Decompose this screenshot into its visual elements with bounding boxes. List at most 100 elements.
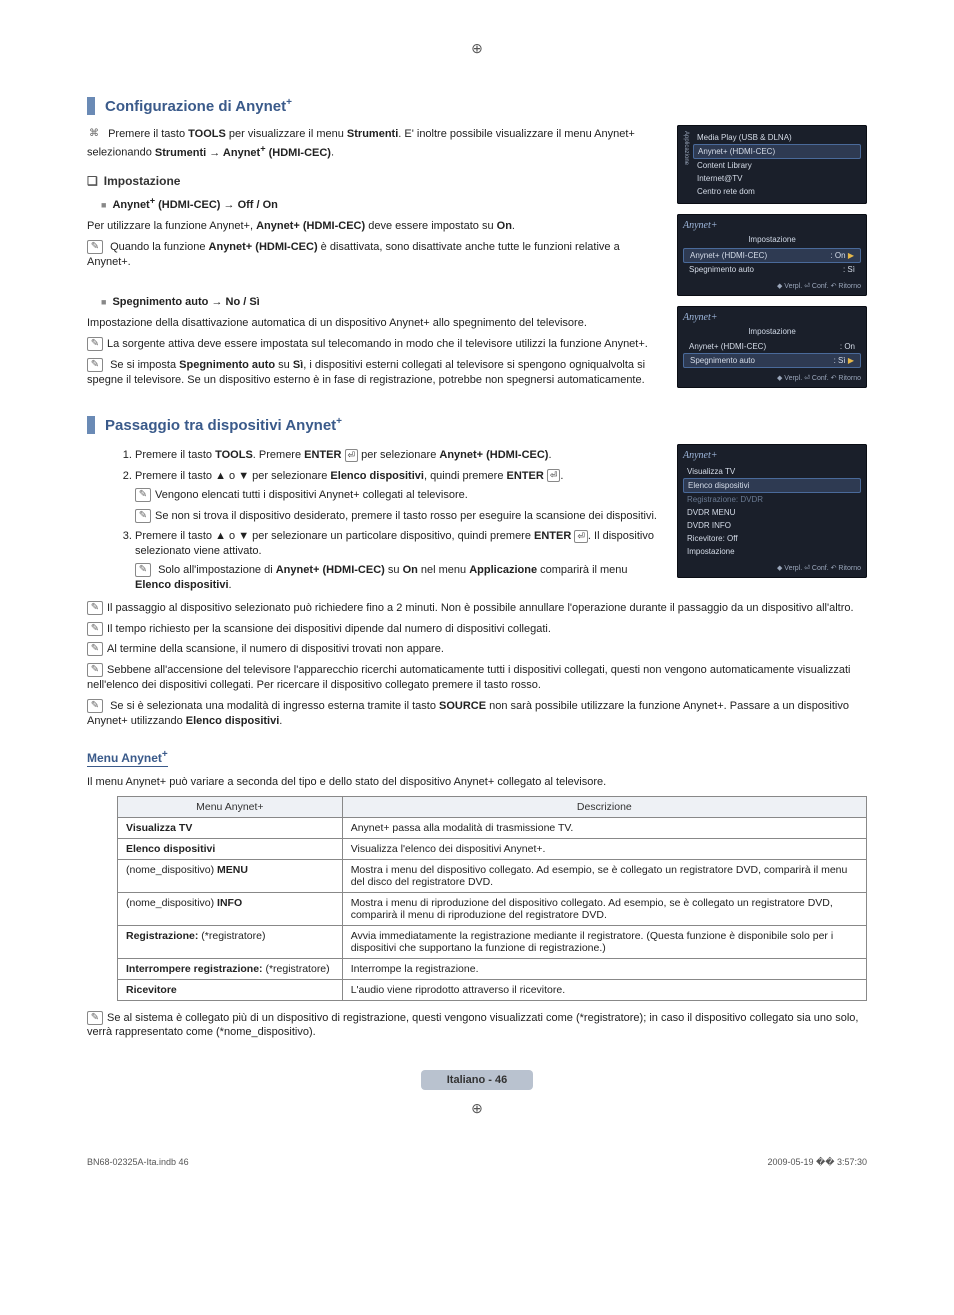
table-row: Interrompere registrazione: (*registrato…: [118, 958, 867, 979]
tools-icon: ⌘: [87, 127, 101, 141]
osd-menu-row: Ricevitore: Off: [683, 532, 861, 545]
osd-menu-row: Internet@TV: [693, 172, 861, 185]
enter-icon: ⏎: [547, 469, 561, 482]
table-cell-menu: (nome_dispositivo) INFO: [118, 892, 343, 925]
note-icon: ✎: [87, 240, 103, 254]
table-cell-menu: Interrompere registrazione: (*registrato…: [118, 958, 343, 979]
osd-menu-row-selected: Elenco dispositivi: [683, 478, 861, 493]
table-header-menu: Menu Anynet+: [118, 796, 343, 817]
table-cell-desc: L'audio viene riprodotto attraverso il r…: [342, 979, 866, 1000]
section-title-config-sup: +: [286, 97, 292, 108]
spegnimento-note1: ✎La sorgente attiva deve essere impostat…: [87, 337, 665, 352]
bottom-note-3: ✎Al termine della scansione, il numero d…: [87, 642, 867, 657]
osd-menu-row: DVDR MENU: [683, 506, 861, 519]
step-3: Premere il tasto ▲ o ▼ per selezionare u…: [135, 529, 665, 592]
table-cell-desc: Mostra i menu del dispositivo collegato.…: [342, 859, 866, 892]
note-icon: ✎: [87, 358, 103, 372]
osd-application-menu: Applicazione Media Play (USB & DLNA) Any…: [677, 125, 867, 204]
osd-brand: Anynet+: [683, 220, 861, 231]
table-cell-menu: Elenco dispositivi: [118, 838, 343, 859]
section-title-config-text: Configurazione di Anynet: [105, 98, 286, 115]
osd-title: Impostazione: [683, 327, 861, 336]
table-cell-menu: Registrazione: (*registratore): [118, 925, 343, 958]
osd-row-selected: Spegnimento auto: Sì ▶: [683, 353, 861, 368]
bottom-note-5: ✎ Se si è selezionata una modalità di in…: [87, 699, 867, 729]
arrow-right-icon: ▶: [848, 356, 854, 365]
osd-footer: ◆ Verpl. ⏎ Conf. ↶ Ritorno: [683, 564, 861, 572]
square-bullet-icon: [101, 199, 112, 211]
table-row: Registrazione: (*registratore)Avvia imme…: [118, 925, 867, 958]
page-footer: Italiano - 46: [87, 1070, 867, 1090]
osd-device-list: Anynet+ Visualizza TV Elenco dispositivi…: [677, 444, 867, 578]
osd-title: Impostazione: [683, 235, 861, 244]
table-row: Visualizza TVAnynet+ passa alla modalità…: [118, 817, 867, 838]
menu-anynet-final-note: ✎Se al sistema è collegato più di un dis…: [87, 1011, 867, 1041]
osd-brand: Anynet+: [683, 312, 861, 323]
bottom-note-4: ✎Sebbene all'accensione del televisore l…: [87, 663, 867, 693]
osd-footer: ◆ Verpl. ⏎ Conf. ↶ Ritorno: [683, 374, 861, 382]
table-cell-menu: Visualizza TV: [118, 817, 343, 838]
menu-anynet-table: Menu Anynet+ Descrizione Visualizza TVAn…: [117, 796, 867, 1001]
note-icon: ✎: [87, 663, 103, 677]
anynet-cec-note: ✎ Quando la funzione Anynet+ (HDMI-CEC) …: [87, 240, 665, 270]
bottom-note-1: ✎Il passaggio al dispositivo selezionato…: [87, 601, 867, 616]
registration-mark-top: ⊕: [87, 40, 867, 57]
enter-icon: ⏎: [574, 530, 588, 543]
table-cell-desc: Mostra i menu di riproduzione del dispos…: [342, 892, 866, 925]
step-1: Premere il tasto TOOLS. Premere ENTER ⏎ …: [135, 448, 665, 463]
osd-row: Anynet+ (HDMI-CEC): On: [683, 340, 861, 353]
bottom-note-2: ✎Il tempo richiesto per la scansione dei…: [87, 622, 867, 637]
note-icon: ✎: [135, 563, 151, 577]
osd-footer: ◆ Verpl. ⏎ Conf. ↶ Ritorno: [683, 282, 861, 290]
note-icon: ✎: [135, 488, 151, 502]
osd-brand: Anynet+: [683, 450, 861, 461]
menu-anynet-intro: Il menu Anynet+ può variare a seconda de…: [87, 775, 867, 790]
osd-side-label: Applicazione: [683, 131, 693, 198]
anynet-cec-line1: Per utilizzare la funzione Anynet+, Anyn…: [87, 219, 665, 234]
tools-note: ⌘ Premere il tasto TOOLS per visualizzar…: [87, 127, 665, 160]
anynet-cec-title: Anynet+ (HDMI-CEC) → Off / On: [101, 194, 665, 213]
menu-anynet-heading: Menu Anynet+: [87, 749, 168, 767]
osd-menu-row-selected: Anynet+ (HDMI-CEC): [693, 144, 861, 159]
note-icon: ✎: [87, 337, 103, 351]
table-cell-menu: (nome_dispositivo) MENU: [118, 859, 343, 892]
impostazione-heading: Impostazione: [87, 174, 665, 188]
steps-list: Premere il tasto TOOLS. Premere ENTER ⏎ …: [117, 448, 665, 593]
table-row: (nome_dispositivo) MENUMostra i menu del…: [118, 859, 867, 892]
osd-menu-row: Centro rete dom: [693, 185, 861, 198]
osd-row-selected: Anynet+ (HDMI-CEC): On ▶: [683, 248, 861, 263]
note-icon: ✎: [87, 1011, 103, 1025]
osd-menu-row: Impostazione: [683, 545, 861, 558]
section-title-config: Configurazione di Anynet+: [87, 97, 867, 115]
osd-menu-row: Registrazione: DVDR: [683, 493, 861, 506]
print-meta-left: BN68-02325A-Ita.indb 46: [87, 1157, 189, 1168]
square-bullet-icon: [101, 296, 112, 308]
note-icon: ✎: [87, 642, 103, 656]
table-cell-desc: Avvia immediatamente la registrazione me…: [342, 925, 866, 958]
arrow-right-icon: ▶: [848, 251, 854, 260]
note-icon: ✎: [87, 699, 103, 713]
table-header-desc: Descrizione: [342, 796, 866, 817]
spegnimento-title: Spegnimento auto → No / Sì: [101, 295, 665, 310]
page-number-badge: Italiano - 46: [421, 1070, 534, 1090]
checkbox-icon: [87, 174, 104, 188]
osd-impostazione-2: Anynet+ Impostazione Anynet+ (HDMI-CEC):…: [677, 306, 867, 388]
osd-menu-row: Media Play (USB & DLNA): [693, 131, 861, 144]
spegnimento-line1: Impostazione della disattivazione automa…: [87, 316, 665, 331]
osd-menu-row: Visualizza TV: [683, 465, 861, 478]
osd-menu-row: Content Library: [693, 159, 861, 172]
note-icon: ✎: [87, 601, 103, 615]
osd-menu-row: DVDR INFO: [683, 519, 861, 532]
osd-row: Spegnimento auto: Sì: [683, 263, 861, 276]
step-2: Premere il tasto ▲ o ▼ per selezionare E…: [135, 469, 665, 524]
note-icon: ✎: [135, 509, 151, 523]
spegnimento-note2: ✎ Se si imposta Spegnimento auto su Sì, …: [87, 358, 665, 388]
table-cell-menu: Ricevitore: [118, 979, 343, 1000]
table-row: Elenco dispositiviVisualizza l'elenco de…: [118, 838, 867, 859]
note-icon: ✎: [87, 622, 103, 636]
osd-impostazione-1: Anynet+ Impostazione Anynet+ (HDMI-CEC):…: [677, 214, 867, 296]
table-cell-desc: Interrompe la registrazione.: [342, 958, 866, 979]
table-row: (nome_dispositivo) INFOMostra i menu di …: [118, 892, 867, 925]
table-cell-desc: Anynet+ passa alla modalità di trasmissi…: [342, 817, 866, 838]
print-meta-row: BN68-02325A-Ita.indb 46 2009-05-19 �� 3:…: [87, 1157, 867, 1168]
